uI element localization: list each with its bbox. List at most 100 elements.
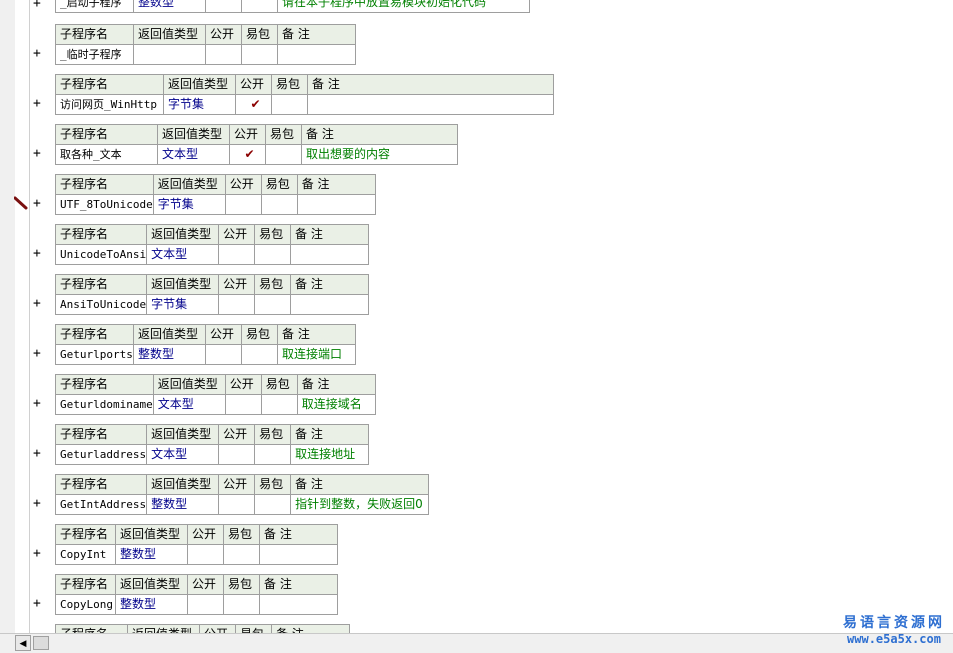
return-type[interactable]: 字节集: [146, 294, 220, 315]
return-type[interactable]: 字节集: [152, 194, 226, 215]
breakpoint-marker-icon[interactable]: [14, 196, 28, 210]
sub-name[interactable]: _启动子程序: [55, 0, 134, 13]
sub-name[interactable]: CopyInt: [55, 544, 116, 565]
sub-block: 子程序名 返回值类型 公开 易包 备 注 UnicodeToAnsi 文本型: [54, 224, 370, 265]
sub-block: 子程序名 返回值类型 公开 易包 备 注 访问网页_WinHttp 字节集 ✔: [55, 74, 554, 115]
header-name: 子程序名: [55, 74, 164, 95]
return-type[interactable]: 整数型: [115, 594, 188, 615]
header-name: 子程序名: [55, 324, 134, 345]
easy-cell[interactable]: [254, 444, 292, 465]
expand-toggle[interactable]: +: [33, 546, 41, 561]
expand-toggle[interactable]: +: [33, 0, 41, 11]
expand-toggle[interactable]: +: [33, 146, 41, 161]
expand-toggle[interactable]: +: [33, 346, 41, 361]
expand-toggle[interactable]: +: [33, 296, 41, 311]
public-check[interactable]: ✔: [235, 94, 272, 115]
horizontal-scrollbar[interactable]: ◀: [0, 633, 953, 653]
easy-cell[interactable]: [260, 394, 298, 415]
public-cell[interactable]: [187, 594, 224, 615]
note-cell[interactable]: [259, 594, 338, 615]
return-type[interactable]: 文本型: [157, 144, 230, 165]
note-cell[interactable]: 指针到整数，失败返回0: [290, 494, 430, 515]
scroll-left-arrow-icon[interactable]: ◀: [15, 635, 31, 651]
return-type[interactable]: 整数型: [133, 0, 206, 13]
public-check[interactable]: ✔: [229, 144, 266, 165]
easy-cell[interactable]: [254, 294, 292, 315]
sub-name[interactable]: GetIntAddress: [54, 494, 148, 515]
easy-cell[interactable]: [223, 544, 260, 565]
sub-name[interactable]: CopyLong: [55, 594, 116, 615]
sub-block: 子程序名 返回值类型 公开 易包 备 注 取各种_文本 文本型 ✔ 取出想要的内…: [55, 124, 458, 165]
header-name: 子程序名: [55, 574, 116, 595]
easy-cell[interactable]: [254, 494, 292, 515]
public-cell[interactable]: [224, 394, 262, 415]
easy-cell[interactable]: [241, 0, 278, 13]
expand-toggle[interactable]: +: [33, 396, 41, 411]
public-cell[interactable]: [205, 44, 242, 65]
sub-name[interactable]: UTF_8ToUnicode: [55, 194, 154, 215]
easy-cell[interactable]: [241, 344, 278, 365]
public-cell[interactable]: [218, 244, 256, 265]
sub-block: 子程序名 返回值类型 公开 易包 备 注 CopyLong 整数型: [55, 574, 338, 615]
sub-name[interactable]: Geturlports: [55, 344, 134, 365]
header-return-type: 返回值类型: [157, 124, 230, 145]
sub-name[interactable]: AnsiToUnicode: [54, 294, 148, 315]
header-public: 公开: [218, 224, 256, 245]
public-cell[interactable]: [205, 344, 242, 365]
return-type[interactable]: 文本型: [146, 444, 220, 465]
public-cell[interactable]: [205, 0, 242, 13]
return-type[interactable]: 整数型: [115, 544, 188, 565]
header-return-type: 返回值类型: [115, 524, 188, 545]
note-cell[interactable]: [290, 294, 370, 315]
public-cell[interactable]: [187, 544, 224, 565]
public-cell[interactable]: [218, 294, 256, 315]
expand-toggle[interactable]: +: [33, 246, 41, 261]
header-return-type: 返回值类型: [133, 324, 206, 345]
expand-toggle[interactable]: +: [33, 596, 41, 611]
sub-name[interactable]: UnicodeToAnsi: [54, 244, 148, 265]
easy-cell[interactable]: [271, 94, 308, 115]
note-cell[interactable]: 请在本子程序中放置易模块初始化代码: [277, 0, 530, 13]
return-type[interactable]: [133, 44, 206, 65]
sub-name[interactable]: 访问网页_WinHttp: [55, 94, 164, 115]
return-type[interactable]: 字节集: [163, 94, 236, 115]
expand-toggle[interactable]: +: [33, 496, 41, 511]
easy-cell[interactable]: [260, 194, 298, 215]
return-type[interactable]: 文本型: [146, 244, 220, 265]
note-cell[interactable]: [277, 44, 356, 65]
note-cell[interactable]: 取连接端口: [277, 344, 356, 365]
sub-name[interactable]: Geturldominame: [55, 394, 154, 415]
sub-name[interactable]: Geturladdress: [54, 444, 148, 465]
public-cell[interactable]: [218, 444, 256, 465]
header-easy: 易包: [254, 224, 292, 245]
header-return-type: 返回值类型: [127, 624, 200, 633]
scroll-thumb[interactable]: [33, 636, 49, 650]
watermark-url: www.e5a5x.com: [847, 632, 941, 646]
easy-cell[interactable]: [265, 144, 302, 165]
note-cell[interactable]: 取连接地址: [290, 444, 370, 465]
expand-toggle[interactable]: +: [33, 446, 41, 461]
header-public: 公开: [205, 24, 242, 45]
easy-cell[interactable]: [241, 44, 278, 65]
easy-cell[interactable]: [223, 594, 260, 615]
note-cell[interactable]: [307, 94, 554, 115]
note-cell[interactable]: [259, 544, 338, 565]
note-cell[interactable]: 取出想要的内容: [301, 144, 458, 165]
expand-toggle[interactable]: +: [33, 46, 41, 61]
sub-name[interactable]: 取各种_文本: [55, 144, 158, 165]
note-cell[interactable]: 取连接域名: [296, 394, 376, 415]
return-type[interactable]: 文本型: [152, 394, 226, 415]
sub-name[interactable]: _临时子程序: [55, 44, 134, 65]
note-cell[interactable]: [290, 244, 370, 265]
sub-block-startup: _启动子程序 整数型 请在本子程序中放置易模块初始化代码: [55, 0, 530, 13]
easy-cell[interactable]: [254, 244, 292, 265]
expand-toggle[interactable]: +: [33, 196, 41, 211]
return-type[interactable]: 整数型: [133, 344, 206, 365]
header-public: 公开: [199, 624, 236, 633]
public-cell[interactable]: [224, 194, 262, 215]
expand-toggle[interactable]: +: [33, 96, 41, 111]
return-type[interactable]: 整数型: [146, 494, 220, 515]
public-cell[interactable]: [218, 494, 256, 515]
header-name: 子程序名: [54, 474, 148, 495]
note-cell[interactable]: [296, 194, 376, 215]
